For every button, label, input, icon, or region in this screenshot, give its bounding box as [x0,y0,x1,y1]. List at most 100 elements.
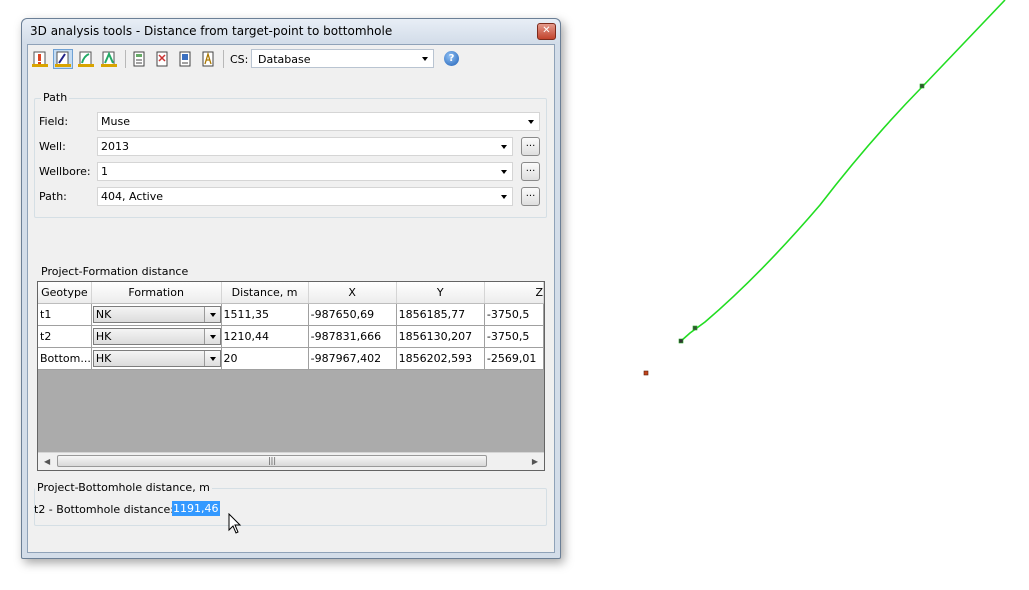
well-label: Well: [39,140,66,153]
formation-select-value: HK [95,330,112,343]
table-row[interactable]: t1 NK 1511,35 -987650,69 1856185,77 -375… [38,303,544,326]
chevron-down-icon [501,170,507,174]
wellbore-label: Wellbore: [39,165,91,178]
formation-grid: Geotype Formation Distance, m X Y Z t1 N… [37,281,545,471]
export-icon[interactable] [175,49,195,69]
toolbar: CS: Database ? [30,47,552,71]
window-title: 3D analysis tools - Distance from target… [30,24,393,38]
chevron-down-icon [501,195,507,199]
well-select-icon[interactable] [53,49,73,69]
chevron-down-icon [209,357,216,361]
cell-distance[interactable]: 20 [221,347,309,370]
cell-geotype[interactable]: t2 [38,325,92,348]
formation-select-value: HK [95,352,112,365]
path-select[interactable]: 404, Active [97,187,513,206]
cell-x[interactable]: -987967,402 [308,347,397,370]
target-point-marker[interactable] [643,370,649,376]
cell-z[interactable]: -3750,5 [484,303,544,326]
calc-report-icon[interactable] [152,49,172,69]
table-row[interactable]: Bottom... HK 20 -987967,402 1856202,593 … [38,347,544,370]
bottomhole-distance-value[interactable]: 1191,46 [172,501,220,516]
cell-formation[interactable]: HK [91,325,222,348]
toolbar-separator [125,50,126,68]
cell-z[interactable]: -2569,01 [484,347,544,370]
print-icon[interactable] [198,49,218,69]
trajectory-point-marker[interactable] [692,325,698,331]
wellbore-select-value: 1 [101,165,108,178]
chevron-down-icon [528,120,534,124]
path-group-legend: Path [41,91,70,104]
field-label: Field: [39,115,69,128]
cell-x[interactable]: -987650,69 [308,303,397,326]
formation-select[interactable]: NK [92,306,221,323]
table-header-row: Geotype Formation Distance, m X Y Z [38,282,544,304]
cell-distance[interactable]: 1511,35 [221,303,309,326]
formation-select-value: NK [95,308,112,321]
bottomhole-distance-label: t2 - Bottomhole distance: [34,503,174,516]
close-button[interactable]: ✕ [537,23,556,40]
column-header-z[interactable]: Z [484,282,544,304]
cell-x[interactable]: -987831,666 [308,325,397,348]
cell-formation[interactable]: HK [91,347,222,370]
well-trajectory-line [680,0,1006,342]
field-select[interactable]: Muse [97,112,540,131]
chevron-down-icon [501,145,507,149]
chevron-down-icon [422,57,428,61]
cell-y[interactable]: 1856202,593 [396,347,485,370]
cell-y[interactable]: 1856185,77 [396,303,485,326]
chevron-down-icon [209,313,216,317]
cell-distance[interactable]: 1210,44 [221,325,309,348]
bottomhole-marker[interactable] [678,338,684,344]
bottomhole-group-legend: Project-Bottomhole distance, m [35,481,212,494]
formation-select[interactable]: HK [92,328,221,345]
well-path-icon[interactable] [76,49,96,69]
well-multi-icon[interactable] [99,49,119,69]
chevron-down-icon [209,335,216,339]
help-glyph: ? [448,53,455,64]
column-header-formation[interactable]: Formation [91,282,222,304]
formation-table: Geotype Formation Distance, m X Y Z t1 N… [38,282,544,370]
formation-dropdown-button[interactable] [203,307,220,322]
cs-select[interactable]: Database [251,49,434,68]
cell-geotype[interactable]: Bottom... [38,347,92,370]
cs-label: CS: [230,53,249,66]
calc-table-icon[interactable] [129,49,149,69]
path-label: Path: [39,190,67,203]
close-icon: ✕ [542,25,551,36]
path-browse-button[interactable]: ... [521,187,540,206]
scroll-left-icon[interactable]: ◀ [44,457,50,466]
column-header-y[interactable]: Y [396,282,485,304]
cs-select-value: Database [258,53,311,66]
table-row[interactable]: t2 HK 1210,44 -987831,666 1856130,207 -3… [38,325,544,348]
dialog-client: CS: Database ? Path Field: Muse Well: 20… [27,44,555,553]
formation-select[interactable]: HK [92,350,221,367]
warning-well-icon[interactable] [30,49,50,69]
formation-group-legend: Project-Formation distance [39,265,191,278]
analysis-dialog: 3D analysis tools - Distance from target… [21,18,561,559]
path-select-value: 404, Active [101,190,164,203]
help-icon[interactable]: ? [444,51,459,66]
well-browse-button[interactable]: ... [521,137,540,156]
title-bar[interactable]: 3D analysis tools - Distance from target… [22,19,560,43]
cell-z[interactable]: -3750,5 [484,325,544,348]
column-header-geotype[interactable]: Geotype [38,282,92,304]
path-group: Path Field: Muse Well: 2013 ... Wellbore… [34,91,547,218]
scroll-right-icon[interactable]: ▶ [532,457,538,466]
well-select-value: 2013 [101,140,129,153]
mouse-cursor-icon [228,513,242,534]
well-select[interactable]: 2013 [97,137,513,156]
column-header-x[interactable]: X [308,282,397,304]
scrollbar-thumb[interactable]: ||| [57,455,487,467]
formation-dropdown-button[interactable] [203,351,220,366]
cell-y[interactable]: 1856130,207 [396,325,485,348]
wellbore-browse-button[interactable]: ... [521,162,540,181]
toolbar-separator [223,50,224,68]
formation-dropdown-button[interactable] [203,329,220,344]
wellbore-select[interactable]: 1 [97,162,513,181]
column-header-distance[interactable]: Distance, m [221,282,309,304]
cell-formation[interactable]: NK [91,303,222,326]
cell-geotype[interactable]: t1 [38,303,92,326]
trajectory-point-marker[interactable] [919,83,925,89]
field-select-value: Muse [101,115,130,128]
horizontal-scrollbar[interactable]: ◀ ||| ▶ [38,452,544,470]
